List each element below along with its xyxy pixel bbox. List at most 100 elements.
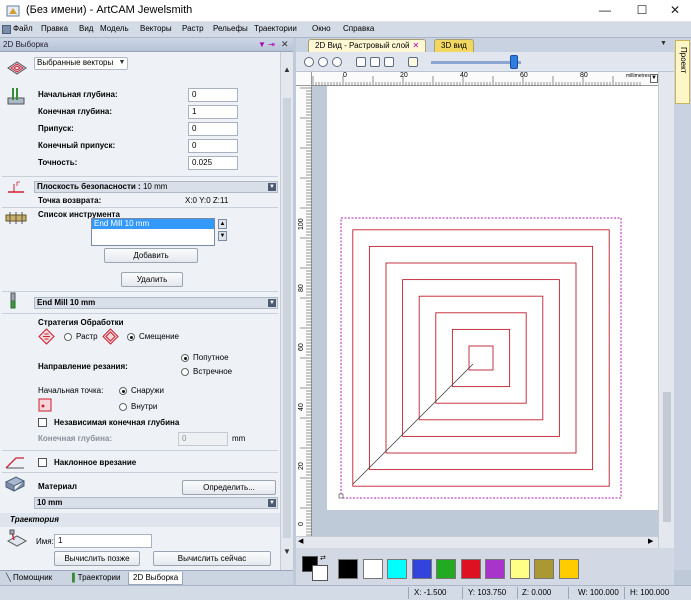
- menu-model[interactable]: Модель: [100, 24, 129, 33]
- move-down-icon[interactable]: ▼: [218, 231, 227, 241]
- offset-radio[interactable]: [127, 333, 135, 341]
- tab-assistant[interactable]: ╲ Помощник: [2, 572, 56, 585]
- color-swatch[interactable]: [411, 559, 432, 579]
- horizontal-ruler-ticks: [312, 76, 641, 86]
- calculate-now-button[interactable]: Вычислить сейчас: [153, 551, 271, 566]
- divider: [2, 472, 278, 473]
- color-swatch[interactable]: [362, 559, 383, 579]
- copy-icon[interactable]: [370, 57, 380, 67]
- scroll-up-icon[interactable]: ▲: [281, 64, 293, 76]
- raster-radio[interactable]: [64, 333, 72, 341]
- delete-tool-button[interactable]: Удалить: [121, 272, 183, 287]
- raster-strategy-icon: [38, 328, 55, 345]
- tab-project[interactable]: Проект: [675, 40, 690, 104]
- ramp-checkbox[interactable]: [38, 458, 47, 467]
- title-bar: (Без имени) - ArtCAM Jewelsmith — ☐ ✕: [0, 0, 691, 22]
- toolpath-name-input[interactable]: 1: [54, 534, 152, 548]
- zoom-fit-icon[interactable]: [332, 57, 342, 67]
- vector-selection-dropdown[interactable]: Выбранные векторы ▼: [34, 57, 128, 70]
- close-button[interactable]: ✕: [655, 0, 691, 22]
- add-tool-button[interactable]: Добавить: [104, 248, 198, 263]
- menu-vectors[interactable]: Векторы: [140, 24, 172, 33]
- minimize-button[interactable]: —: [585, 0, 625, 22]
- final-allowance-input[interactable]: 0: [188, 139, 238, 153]
- color-swatch[interactable]: [534, 559, 554, 579]
- climb-radio[interactable]: [181, 354, 189, 362]
- canvas-vertical-scrollbar[interactable]: [658, 72, 674, 548]
- blend-slider-track[interactable]: [431, 61, 521, 64]
- secondary-color-swatch[interactable]: [312, 565, 328, 581]
- safe-z-dropdown[interactable]: Плоскость безопасности : 10 mm ▼: [34, 181, 278, 193]
- scroll-thumb[interactable]: [283, 98, 291, 538]
- independent-depth-checkbox[interactable]: [38, 418, 47, 427]
- inside-radio[interactable]: [119, 403, 127, 411]
- final-depth-input[interactable]: 0: [178, 432, 228, 446]
- tab-close-icon[interactable]: ✕: [412, 41, 419, 50]
- menu-view[interactable]: Вид: [79, 24, 93, 33]
- tab-3d-view[interactable]: 3D вид: [434, 39, 474, 52]
- menu-system-icon[interactable]: [2, 25, 11, 34]
- calculate-later-button[interactable]: Вычислить позже: [54, 551, 140, 566]
- menu-window[interactable]: Окно: [312, 24, 331, 33]
- zoom-out-icon[interactable]: [318, 57, 328, 67]
- print-icon[interactable]: [356, 57, 366, 67]
- color-swatch[interactable]: [558, 559, 579, 579]
- end-depth-input[interactable]: 1: [188, 105, 238, 119]
- tabs-menu-icon[interactable]: ▼: [660, 40, 667, 47]
- bitmap-icon[interactable]: [408, 57, 418, 67]
- color-swatch[interactable]: [338, 559, 358, 579]
- tool-list-item[interactable]: End Mill 10 mm: [92, 219, 214, 229]
- vector-selection-box[interactable]: [340, 217, 622, 499]
- layers-icon[interactable]: [384, 57, 394, 67]
- scroll-down-icon[interactable]: ▼: [281, 546, 293, 558]
- tab-2d-view[interactable]: 2D Вид - Растровый слой ✕: [308, 39, 427, 52]
- tool-list[interactable]: End Mill 10 mm: [91, 218, 215, 246]
- independent-depth-label: Независимая конечная глубина: [54, 418, 180, 427]
- start-point-icon: [38, 398, 52, 412]
- scroll-left-icon[interactable]: ◀: [298, 537, 303, 545]
- menu-reliefs[interactable]: Рельефы: [213, 24, 248, 33]
- canvas-horizontal-scrollbar[interactable]: ◀ ▶: [296, 536, 658, 548]
- v-ruler-label: 60: [298, 343, 305, 351]
- divider: [2, 207, 278, 208]
- scroll-thumb[interactable]: [663, 392, 671, 522]
- ruler-units-dropdown-icon[interactable]: ▼: [650, 74, 658, 83]
- zoom-in-icon[interactable]: [304, 57, 314, 67]
- color-swatch[interactable]: [460, 559, 481, 579]
- panel-scrollbar[interactable]: ▲ ▼: [280, 52, 293, 570]
- toolpath-drawing[interactable]: [327, 86, 658, 510]
- material-dropdown[interactable]: 10 mm ▼: [34, 497, 278, 509]
- color-swatch[interactable]: [509, 559, 530, 579]
- view-toolbar: [296, 52, 674, 72]
- color-swatch[interactable]: [436, 559, 456, 579]
- drawing-canvas[interactable]: [327, 86, 658, 510]
- start-depth-input[interactable]: 0: [188, 88, 238, 102]
- menu-toolpaths[interactable]: Траектории: [254, 24, 297, 33]
- menu-bitmap[interactable]: Растр: [182, 24, 204, 33]
- cut-direction-label: Направление резания:: [38, 362, 128, 371]
- color-swatch[interactable]: [485, 559, 505, 579]
- tab-toolpaths-label: Траектории: [77, 573, 121, 582]
- conventional-radio[interactable]: [181, 368, 189, 376]
- scroll-right-icon[interactable]: ▶: [648, 537, 653, 545]
- color-swatch[interactable]: [387, 559, 407, 579]
- offset-toolpath[interactable]: [352, 229, 610, 487]
- divider: [2, 450, 278, 451]
- blend-slider-handle[interactable]: [510, 55, 518, 69]
- tab-toolpaths[interactable]: ▌Траектории: [68, 572, 124, 585]
- menu-edit[interactable]: Правка: [41, 24, 68, 33]
- outside-radio[interactable]: [119, 387, 127, 395]
- define-material-button[interactable]: Определить...: [182, 480, 276, 495]
- tolerance-input[interactable]: 0.025: [188, 156, 238, 170]
- panel-pin-icon[interactable]: ▼ ⇥: [258, 40, 275, 49]
- menu-file[interactable]: Файл: [13, 24, 33, 33]
- menu-help[interactable]: Справка: [343, 24, 374, 33]
- panel-close-button[interactable]: ✕: [281, 39, 289, 50]
- tool-dropdown[interactable]: End Mill 10 mm ▼: [34, 297, 278, 309]
- panel-tabs: ╲ Помощник ▌Траектории 2D Выборка: [0, 570, 293, 585]
- tab-area-clearance[interactable]: 2D Выборка: [128, 572, 184, 585]
- swap-colors-icon[interactable]: ⇄: [320, 554, 326, 562]
- allowance-input[interactable]: 0: [188, 122, 238, 136]
- strategy-label: Стратегия Обработки: [38, 318, 124, 327]
- move-up-icon[interactable]: ▲: [218, 219, 227, 229]
